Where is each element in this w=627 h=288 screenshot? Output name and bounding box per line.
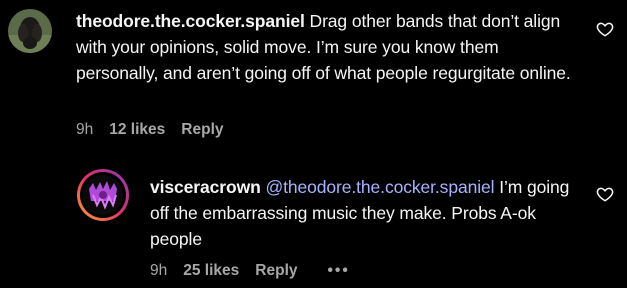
reply-button[interactable]: Reply <box>255 262 297 280</box>
avatar-theodore[interactable] <box>8 9 52 53</box>
reply-username[interactable]: visceracrown <box>150 177 261 197</box>
mention-link[interactable]: @theodore.the.cocker.spaniel <box>265 177 494 197</box>
comment-meta: 9h 12 likes Reply <box>76 121 224 139</box>
comment-reply: visceracrown @theodore.the.cocker.spanie… <box>0 150 627 288</box>
heart-outline-icon[interactable] <box>596 20 614 38</box>
reply-meta: 9h 25 likes Reply ••• <box>150 262 350 280</box>
more-options-icon[interactable]: ••• <box>328 262 350 280</box>
avatar-visceracrown[interactable] <box>77 169 129 221</box>
reply-likes[interactable]: 25 likes <box>183 262 239 280</box>
comment-text-block: theodore.the.cocker.spaniel Drag other b… <box>76 8 576 86</box>
comment-top-level: theodore.the.cocker.spaniel Drag other b… <box>0 0 627 150</box>
heart-outline-icon[interactable] <box>596 185 614 203</box>
comment-likes[interactable]: 12 likes <box>109 121 165 139</box>
reply-text-block: visceracrown @theodore.the.cocker.spanie… <box>150 174 570 252</box>
reply-time: 9h <box>150 262 168 279</box>
comment-username[interactable]: theodore.the.cocker.spaniel <box>76 11 305 31</box>
comment-time: 9h <box>76 121 94 138</box>
reply-button[interactable]: Reply <box>181 121 223 139</box>
